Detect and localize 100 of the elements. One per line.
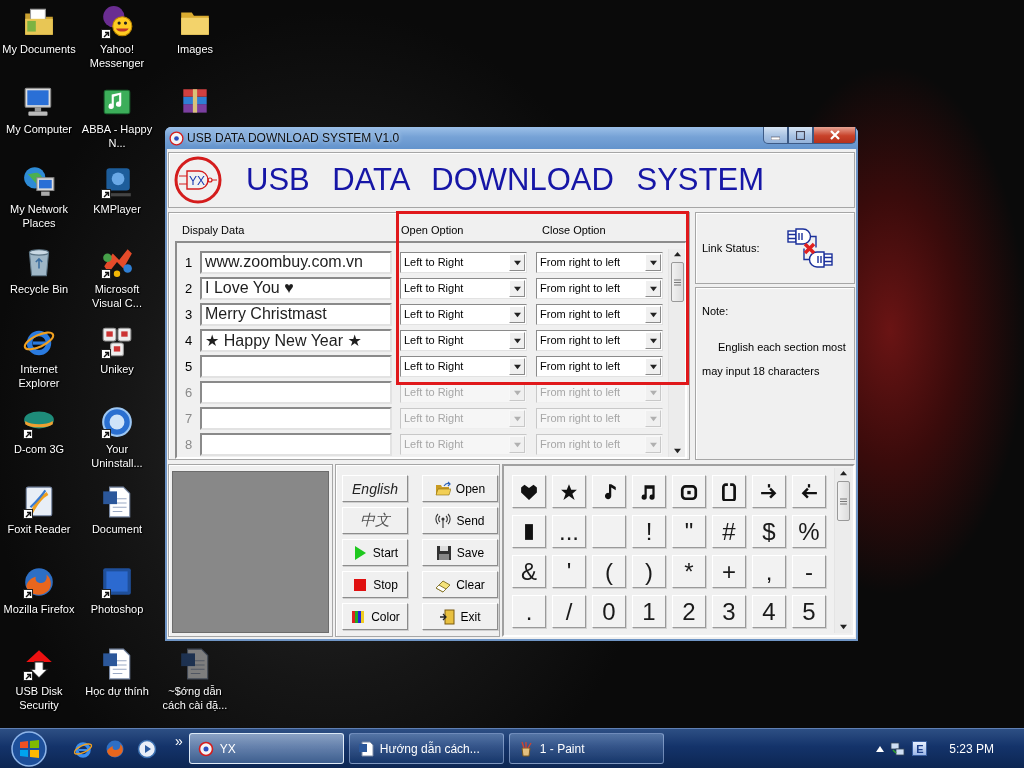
symbol-key[interactable]: 0 — [592, 595, 626, 628]
caret-down-icon[interactable] — [513, 336, 521, 344]
input-mode-indicator[interactable]: E — [912, 741, 928, 756]
desktop-icon-label[interactable]: ~$ớng dẫn cách cài đặ... — [157, 684, 233, 712]
symbol-key[interactable]: / — [552, 595, 586, 628]
text-field[interactable]: ★ Happy New Year ★ — [200, 328, 392, 352]
save-button[interactable]: Save — [422, 539, 498, 566]
symbol-key[interactable]: - — [792, 555, 826, 588]
start-button[interactable]: Start — [342, 539, 408, 566]
network-monitors-icon[interactable] — [890, 740, 907, 757]
desktop-icon-label[interactable]: KMPlayer — [93, 202, 141, 216]
caret-down-icon[interactable] — [649, 362, 657, 370]
desktop-icon-label[interactable]: Foxit Reader — [7, 522, 71, 536]
desktop-icon-label[interactable]: Your Uninstall... — [79, 442, 155, 470]
symbol-key[interactable] — [552, 475, 586, 508]
caret-down-icon[interactable] — [649, 284, 657, 292]
open-option-dropdown[interactable]: Left to Right — [400, 303, 527, 325]
symbol-key[interactable]: ' — [552, 555, 586, 588]
desktop-icon-label[interactable]: My Network Places — [1, 202, 77, 230]
desktop-icon-label[interactable]: Yahoo! Messenger — [79, 42, 155, 70]
more-chevron[interactable]: » — [175, 733, 183, 749]
taskbar-button[interactable]: Hướng dẫn cách... — [348, 733, 504, 764]
symbol-key[interactable]: # — [712, 515, 746, 548]
stop-button[interactable]: Stop — [342, 571, 408, 598]
close-option-dropdown[interactable]: From right to left — [536, 251, 663, 273]
desktop-icon-label[interactable]: My Computer — [6, 122, 72, 136]
symbol-key[interactable] — [792, 475, 826, 508]
close-option-dropdown[interactable]: From right to left — [536, 277, 663, 299]
desktop-icon-label[interactable]: Internet Explorer — [1, 362, 77, 390]
symbol-key[interactable]: 3 — [712, 595, 746, 628]
scrollbar-track[interactable] — [668, 249, 685, 457]
start-orb-icon[interactable] — [10, 729, 48, 768]
symbol-key[interactable]: ! — [632, 515, 666, 548]
round-logo-icon[interactable] — [100, 405, 134, 439]
desktop-icon-label[interactable]: Photoshop — [90, 602, 144, 616]
color-button[interactable]: Color — [342, 603, 408, 630]
close-option-dropdown[interactable]: From right to left — [536, 303, 663, 325]
text-field[interactable]: Merry Christmast — [200, 302, 392, 326]
symbol-key[interactable]: & — [512, 555, 546, 588]
symbol-key[interactable] — [512, 475, 546, 508]
key-tiles-icon[interactable] — [100, 325, 134, 359]
desktop-icon-label[interactable]: Recycle Bin — [9, 282, 69, 296]
text-field[interactable] — [200, 380, 392, 404]
close-option-dropdown[interactable]: From right to left — [536, 329, 663, 351]
symbol-key[interactable]: ( — [592, 555, 626, 588]
open-option-dropdown[interactable]: Left to Right — [400, 277, 527, 299]
scroll-up-arrow-icon[interactable] — [673, 251, 681, 258]
desktop-icon-label[interactable]: My Documents — [2, 42, 76, 56]
desktop-icon-label[interactable]: USB Disk Security — [1, 684, 77, 712]
symbol-key[interactable]: 2 — [672, 595, 706, 628]
symbol-key[interactable] — [672, 475, 706, 508]
symbol-key[interactable]: 5 — [792, 595, 826, 628]
desktop-icon-label[interactable]: Images — [176, 42, 214, 56]
symbol-key[interactable]: % — [792, 515, 826, 548]
play-circle-icon[interactable] — [137, 738, 157, 759]
desktop-icon-label[interactable]: Unikey — [100, 362, 134, 376]
scroll-thumb[interactable] — [670, 262, 684, 302]
scroll-thumb[interactable] — [836, 481, 850, 521]
text-field[interactable]: I Love You ♥ — [200, 276, 392, 300]
symbol-key[interactable]: ... — [552, 515, 586, 548]
minimize-button[interactable] — [763, 127, 788, 144]
open-option-dropdown[interactable]: Left to Right — [400, 329, 527, 351]
symbol-key[interactable]: , — [752, 555, 786, 588]
desktop-icon-label[interactable]: D-com 3G — [13, 442, 65, 456]
taskbar-button[interactable]: 1 - Paint — [508, 733, 664, 764]
symbol-key[interactable]: " — [672, 515, 706, 548]
symbol-key[interactable]: * — [672, 555, 706, 588]
text-field[interactable] — [200, 354, 392, 378]
open-option-dropdown[interactable]: Left to Right — [400, 355, 527, 377]
open-option-dropdown[interactable]: Left to Right — [400, 251, 527, 273]
scroll-down-arrow-icon[interactable] — [839, 623, 847, 630]
scroll-down-arrow-icon[interactable] — [673, 447, 681, 454]
symbol-key[interactable] — [712, 475, 746, 508]
desktop-icon-label[interactable]: Microsoft Visual C... — [79, 282, 155, 310]
caret-down-icon[interactable] — [513, 284, 521, 292]
text-field[interactable] — [200, 432, 392, 456]
tray-expand-icon[interactable] — [876, 744, 885, 753]
exit-button[interactable]: Exit — [422, 603, 498, 630]
caret-down-icon[interactable] — [649, 258, 657, 266]
scroll-up-arrow-icon[interactable] — [839, 470, 847, 477]
symbol-key[interactable] — [592, 475, 626, 508]
symbol-key[interactable] — [752, 475, 786, 508]
symbol-key[interactable] — [632, 475, 666, 508]
caret-down-icon[interactable] — [513, 258, 521, 266]
desktop-icon-label[interactable]: Document — [91, 522, 143, 536]
caret-down-icon[interactable] — [513, 362, 521, 370]
text-field[interactable]: www.zoombuy.com.vn — [200, 250, 392, 274]
symbol-key[interactable]: . — [512, 595, 546, 628]
symbol-key[interactable]: ) — [632, 555, 666, 588]
taskbar-button[interactable]: YX — [188, 733, 344, 764]
english-button[interactable]: English — [342, 475, 408, 502]
text-field[interactable] — [200, 406, 392, 430]
scrollbar-track[interactable] — [834, 468, 851, 633]
close-option-dropdown[interactable]: From right to left — [536, 355, 663, 377]
globe-monitor-icon[interactable] — [22, 165, 56, 199]
chinese-button[interactable]: 中文 — [342, 507, 408, 534]
caret-down-icon[interactable] — [513, 310, 521, 318]
maximize-button[interactable] — [788, 127, 813, 144]
close-button[interactable] — [813, 127, 856, 144]
caret-down-icon[interactable] — [649, 310, 657, 318]
